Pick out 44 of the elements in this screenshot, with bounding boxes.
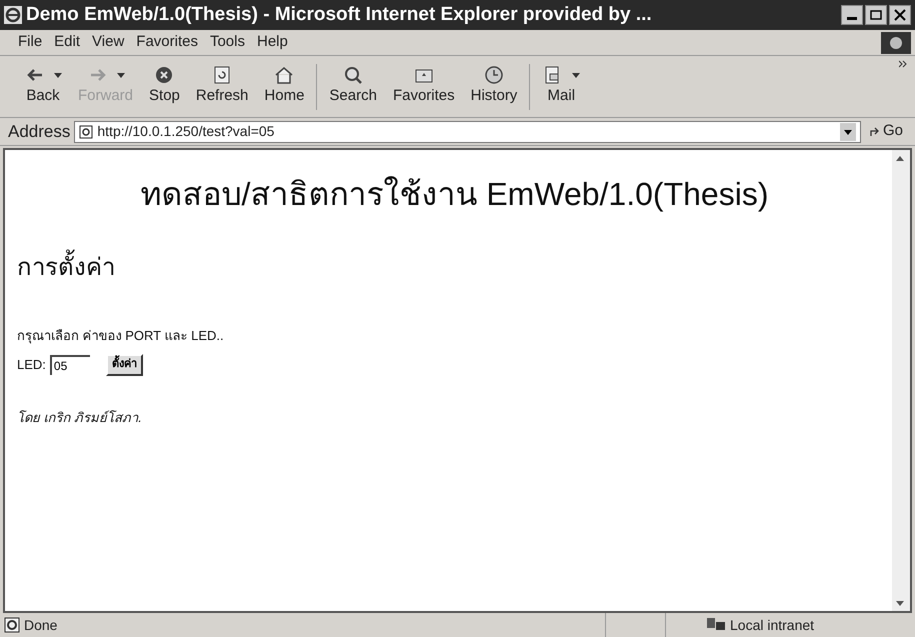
page-icon	[4, 617, 20, 633]
menu-item[interactable]: Favorites	[130, 31, 204, 54]
zone-text: Local intranet	[730, 616, 814, 634]
scrollbar[interactable]	[892, 150, 910, 611]
menu-item[interactable]: Edit	[48, 31, 86, 54]
status-text: Done	[24, 616, 58, 634]
close-icon	[894, 9, 906, 21]
browser-logo-icon	[4, 6, 22, 24]
go-arrow-icon	[868, 126, 881, 138]
led-label: LED:	[17, 356, 46, 374]
instruction-text: กรุณาเลือก ค่าของ PORT และ LED..	[17, 327, 225, 346]
toolbar-button[interactable]: Refresh	[188, 65, 256, 108]
more-chevron-icon	[899, 60, 907, 68]
toolbar-button[interactable]: Back	[16, 65, 70, 108]
go-button[interactable]: Go	[864, 120, 907, 143]
page-icon	[79, 124, 94, 138]
search-icon	[342, 65, 364, 86]
menu-item[interactable]: Help	[251, 31, 294, 54]
close-button[interactable]	[889, 5, 911, 25]
address-field[interactable]: http://10.0.1.250/test?val=05	[74, 120, 861, 142]
minimize-icon	[847, 17, 857, 20]
maximize-icon	[870, 10, 882, 20]
led-input-field[interactable]: 05	[50, 354, 90, 374]
toolbar-button[interactable]: Home	[256, 65, 312, 108]
section-heading: การตั้งค่า	[17, 250, 880, 286]
toolbar-button[interactable]: Favorites	[384, 65, 463, 108]
window-title: Demo EmWeb/1.0(Thesis) - Microsoft Internet Explorer provided by ...	[26, 2, 652, 27]
menu-item[interactable]: Tools	[204, 31, 251, 54]
page-title: ทดสอบ/สาธิตการใช้งาน EmWeb/1.0(Thesis)	[140, 175, 770, 214]
minimize-button[interactable]	[841, 5, 863, 25]
home-icon	[273, 65, 296, 86]
clock-icon	[482, 65, 505, 86]
set-button[interactable]: ตั้งค่า	[106, 354, 143, 376]
network-icon	[706, 617, 726, 633]
toolbar-button[interactable]: Mail	[534, 65, 588, 108]
animated-logo-icon	[881, 32, 911, 54]
menu-item[interactable]: View	[86, 31, 130, 54]
address-label: Address	[8, 120, 70, 143]
toolbar-button[interactable]: History	[462, 65, 526, 108]
maximize-button[interactable]	[865, 5, 887, 25]
toolbar-button[interactable]: Search	[321, 65, 385, 108]
author-text: โดย เกริก ภิรมย์โสภา.	[17, 408, 143, 426]
menu-item[interactable]: File	[12, 31, 48, 54]
toolbar-button[interactable]: Stop	[141, 65, 188, 108]
